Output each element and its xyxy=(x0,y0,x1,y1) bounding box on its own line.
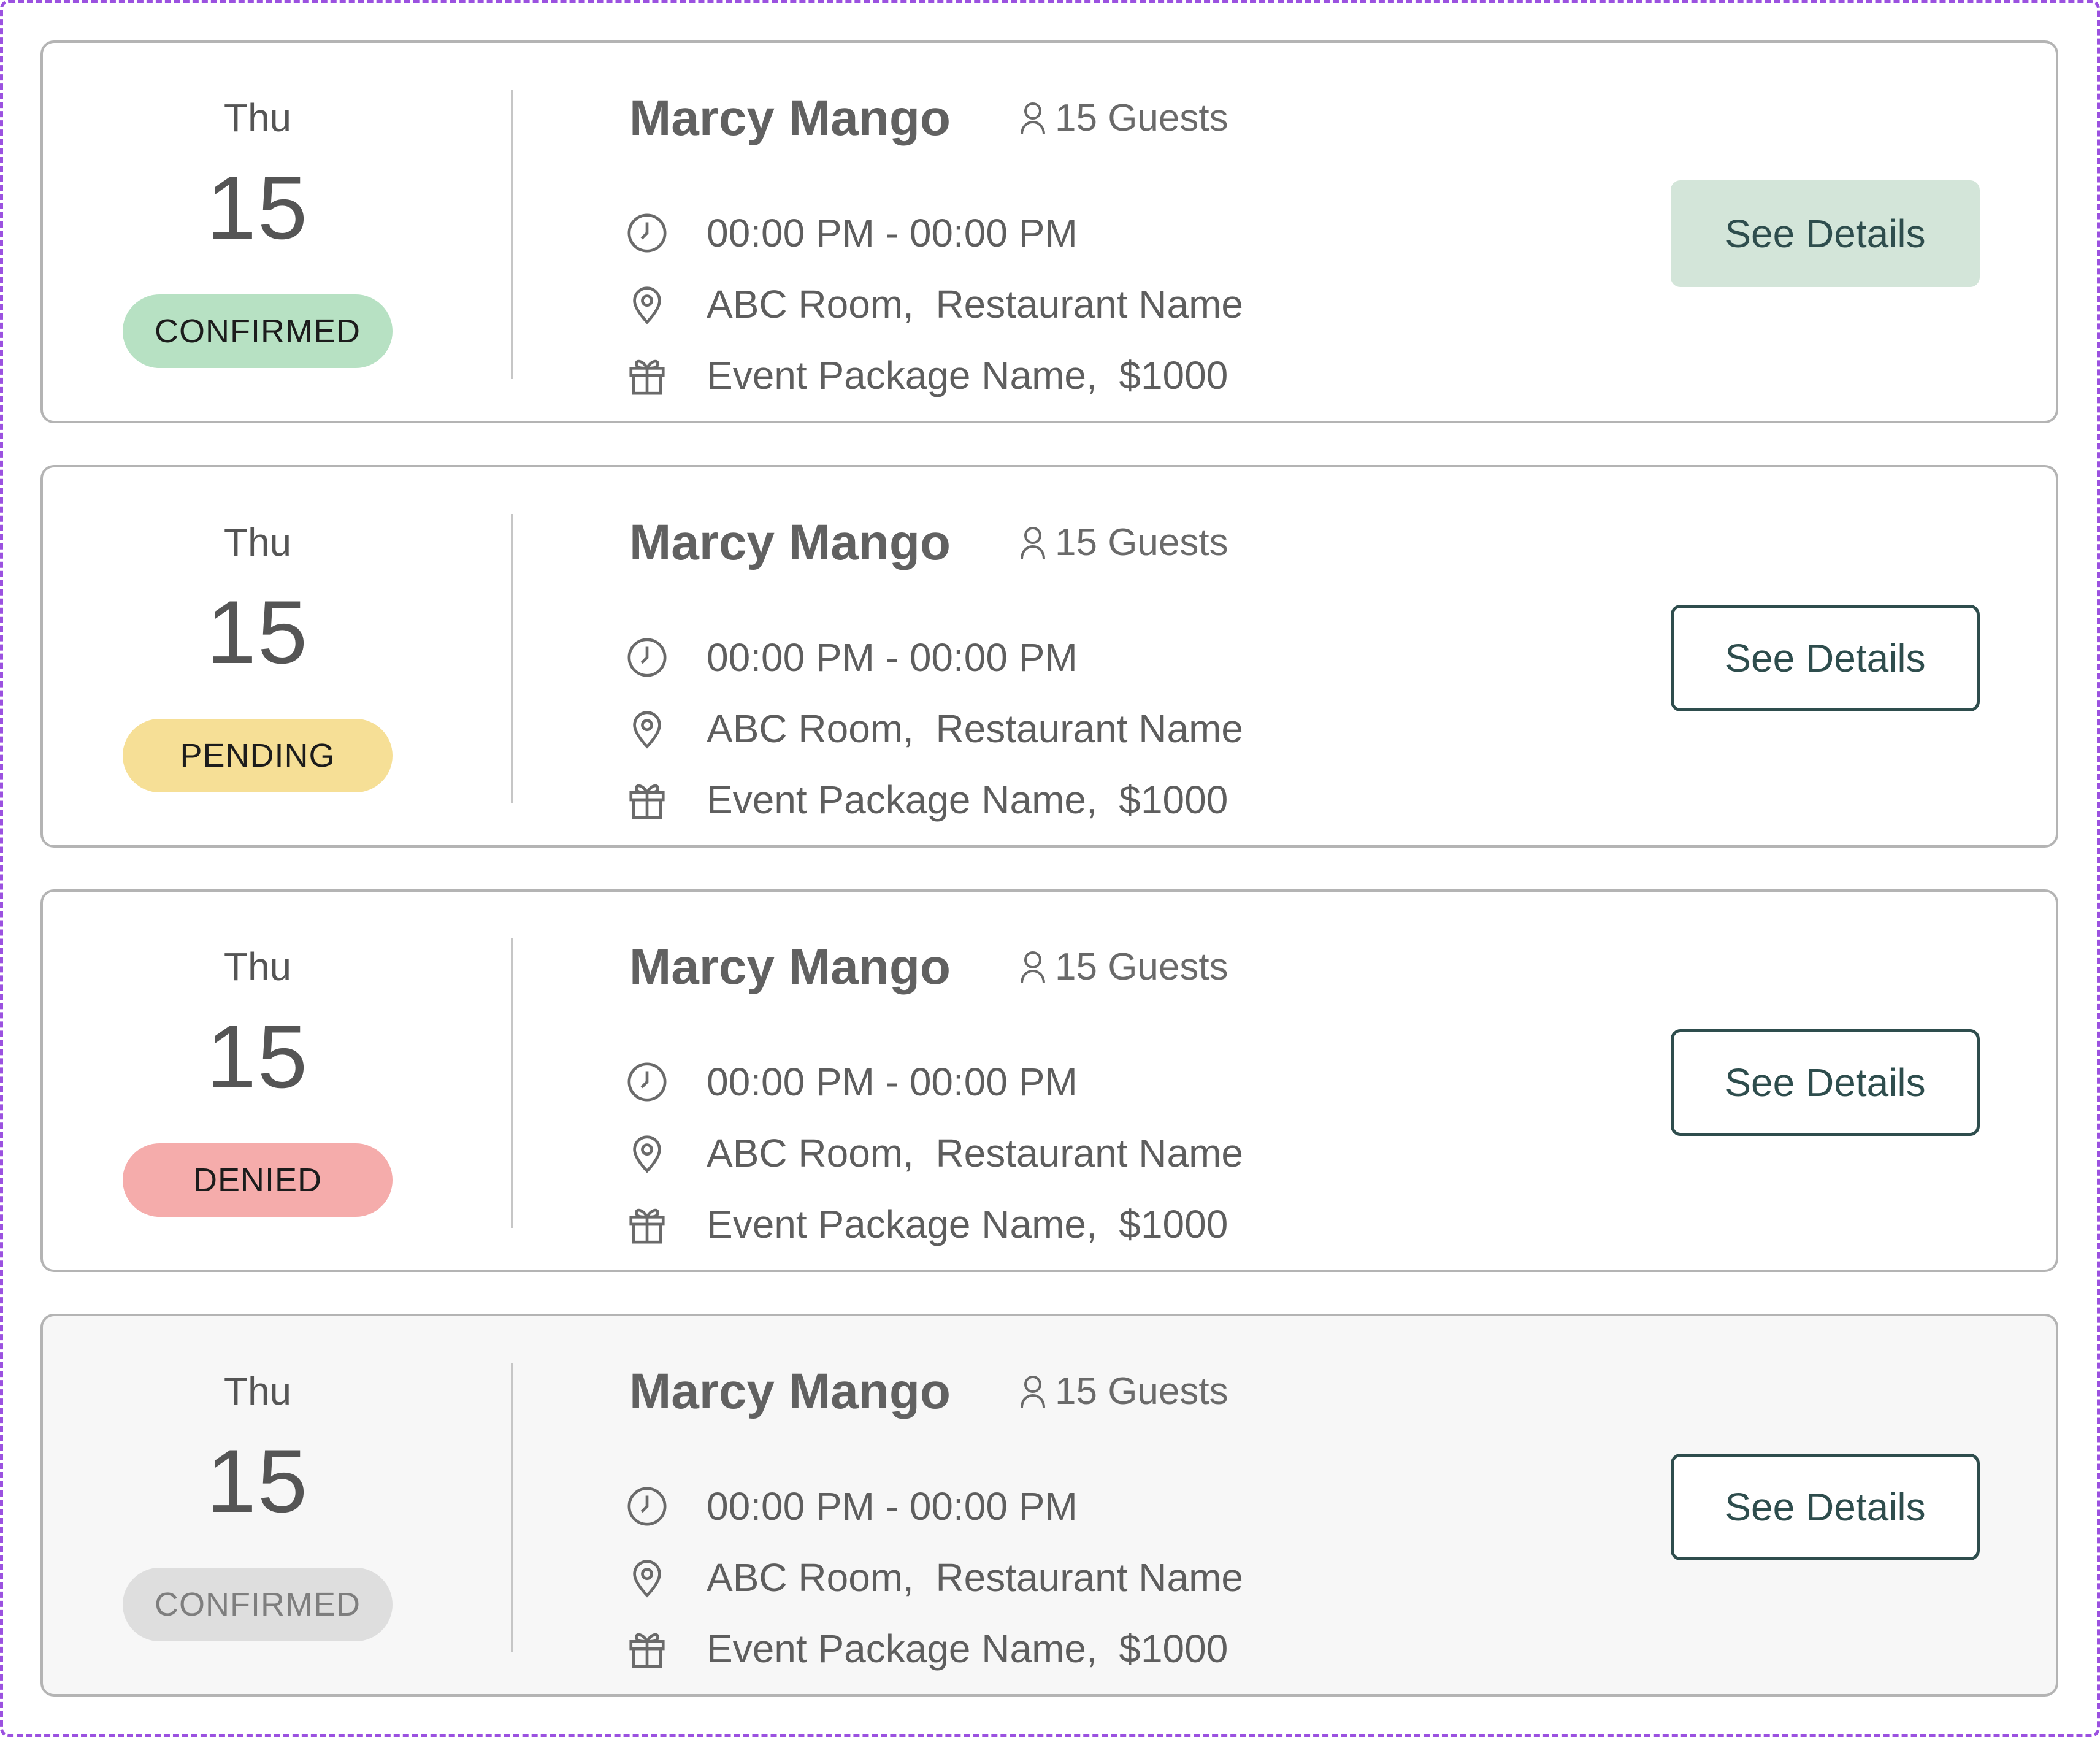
gift-icon xyxy=(629,359,665,395)
guest-name: Marcy Mango xyxy=(629,515,951,570)
weekday-label: Thu xyxy=(223,1369,292,1413)
time-range: 00:00 PM - 00:00 PM xyxy=(707,211,1078,255)
status-badge: CONFIRMED xyxy=(123,1568,393,1641)
location-row: ABC Room, Restaurant Name xyxy=(626,704,1243,753)
package-row: Event Package Name, $1000 xyxy=(626,775,1228,824)
map-pin-icon xyxy=(633,1560,661,1598)
package-row: Event Package Name, $1000 xyxy=(626,351,1228,400)
clock-icon xyxy=(627,1062,667,1102)
clock-icon xyxy=(627,1487,667,1526)
package-text: Event Package Name, $1000 xyxy=(707,353,1228,397)
location-text: ABC Room, Restaurant Name xyxy=(707,282,1243,326)
status-badge: PENDING xyxy=(123,719,393,792)
vertical-divider xyxy=(511,938,513,1228)
location-text: ABC Room, Restaurant Name xyxy=(707,1131,1243,1175)
day-number: 15 xyxy=(206,158,309,258)
see-details-button[interactable]: See Details xyxy=(1671,1029,1980,1136)
guest-count-label: 15 Guests xyxy=(1055,521,1228,564)
location-text: ABC Room, Restaurant Name xyxy=(707,1555,1243,1600)
location-row: ABC Room, Restaurant Name xyxy=(626,1553,1243,1602)
guest-count-label: 15 Guests xyxy=(1055,1370,1228,1413)
vertical-divider xyxy=(511,90,513,379)
map-pin-icon xyxy=(633,1135,661,1173)
time-row: 00:00 PM - 00:00 PM xyxy=(626,633,1078,682)
package-text: Event Package Name, $1000 xyxy=(707,1627,1228,1671)
vertical-divider xyxy=(511,1363,513,1652)
vertical-divider xyxy=(511,514,513,803)
time-row: 00:00 PM - 00:00 PM xyxy=(626,1482,1078,1531)
package-row: Event Package Name, $1000 xyxy=(626,1624,1228,1673)
package-text: Event Package Name, $1000 xyxy=(707,778,1228,822)
status-badge: DENIED xyxy=(123,1143,393,1217)
package-text: Event Package Name, $1000 xyxy=(707,1202,1228,1246)
see-details-button[interactable]: See Details xyxy=(1671,605,1980,711)
time-row: 00:00 PM - 00:00 PM xyxy=(626,1057,1078,1106)
weekday-label: Thu xyxy=(223,945,292,989)
location-row: ABC Room, Restaurant Name xyxy=(626,280,1243,329)
time-range: 00:00 PM - 00:00 PM xyxy=(707,635,1078,680)
guest-count: 15 Guests xyxy=(1019,948,1228,986)
time-row: 00:00 PM - 00:00 PM xyxy=(626,209,1078,258)
guest-count: 15 Guests xyxy=(1019,1373,1228,1411)
booking-card: Thu 15 PENDING Marcy Mango 15 Guests 00:… xyxy=(40,465,2058,848)
time-range: 00:00 PM - 00:00 PM xyxy=(707,1060,1078,1104)
guest-count: 15 Guests xyxy=(1019,524,1228,562)
booking-card: Thu 15 DENIED Marcy Mango 15 Guests 00:0… xyxy=(40,889,2058,1272)
package-row: Event Package Name, $1000 xyxy=(626,1200,1228,1249)
booking-date: Thu 15 DENIED xyxy=(43,892,472,1270)
gift-icon xyxy=(629,1208,665,1244)
day-number: 15 xyxy=(206,1007,309,1106)
day-number: 15 xyxy=(206,1431,309,1531)
gift-icon xyxy=(629,1633,665,1668)
booking-date: Thu 15 PENDING xyxy=(43,467,472,845)
booking-card: Thu 15 CONFIRMED Marcy Mango 15 Guests 0… xyxy=(40,1314,2058,1697)
time-range: 00:00 PM - 00:00 PM xyxy=(707,1484,1078,1528)
booking-date: Thu 15 CONFIRMED xyxy=(43,1316,472,1694)
guest-name: Marcy Mango xyxy=(629,1363,951,1419)
clock-icon xyxy=(627,638,667,677)
clock-icon xyxy=(627,213,667,253)
guest-count-label: 15 Guests xyxy=(1055,97,1228,139)
status-badge: CONFIRMED xyxy=(123,294,393,368)
guest-name: Marcy Mango xyxy=(629,90,951,146)
map-pin-icon xyxy=(633,711,661,749)
person-icon xyxy=(1021,1376,1045,1408)
see-details-button[interactable]: See Details xyxy=(1671,1454,1980,1560)
guest-count: 15 Guests xyxy=(1019,99,1228,137)
day-number: 15 xyxy=(206,582,309,682)
guest-count-label: 15 Guests xyxy=(1055,946,1228,988)
person-icon xyxy=(1021,527,1045,559)
location-text: ABC Room, Restaurant Name xyxy=(707,707,1243,751)
weekday-label: Thu xyxy=(223,520,292,564)
person-icon xyxy=(1021,102,1045,135)
person-icon xyxy=(1021,951,1045,984)
booking-date: Thu 15 CONFIRMED xyxy=(43,43,472,421)
gift-icon xyxy=(629,784,665,819)
map-pin-icon xyxy=(633,286,661,324)
guest-name: Marcy Mango xyxy=(629,939,951,995)
weekday-label: Thu xyxy=(223,96,292,140)
location-row: ABC Room, Restaurant Name xyxy=(626,1129,1243,1178)
see-details-button[interactable]: See Details xyxy=(1671,180,1980,287)
booking-card: Thu 15 CONFIRMED Marcy Mango 15 Guests 0… xyxy=(40,40,2058,423)
